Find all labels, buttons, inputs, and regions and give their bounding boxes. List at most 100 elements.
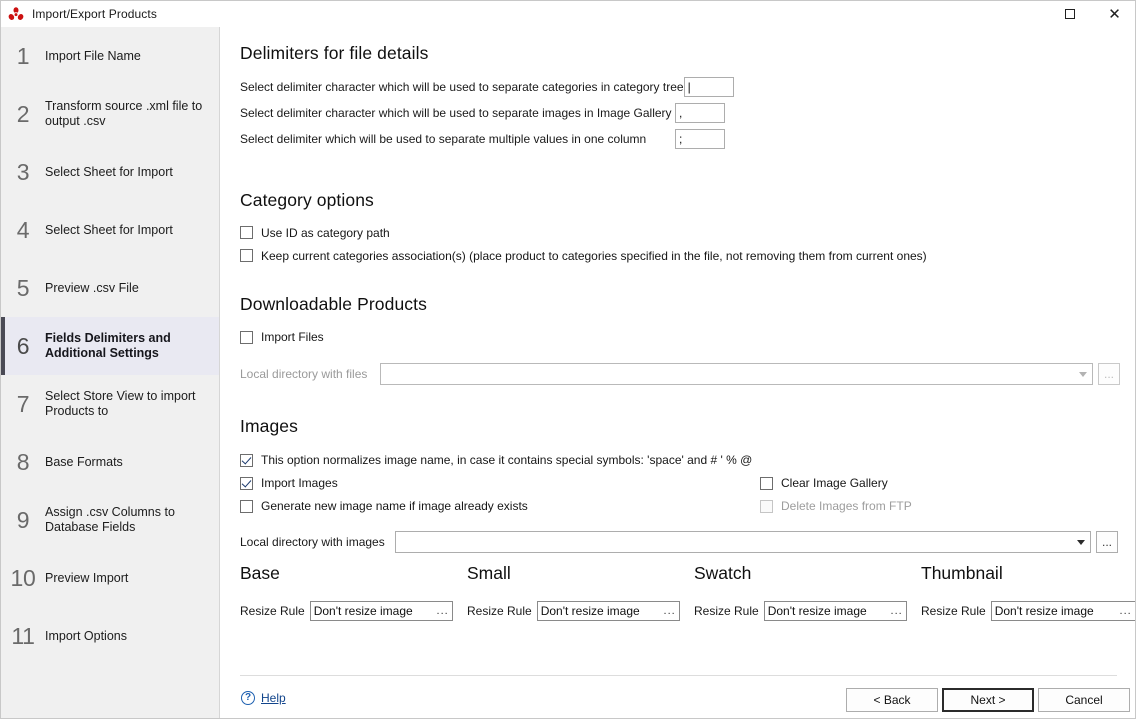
resize-rule-label: Resize Rule bbox=[694, 604, 759, 618]
sidebar-step-number: 4 bbox=[16, 216, 30, 243]
resize-rule-browse-icon[interactable]: ... bbox=[664, 605, 676, 617]
resize-rule-picker[interactable]: Don't resize image... bbox=[990, 601, 1135, 621]
next-button[interactable]: Next > bbox=[942, 688, 1034, 712]
main-content-pane: Delimiters for file details Select delim… bbox=[221, 27, 1135, 718]
delimiters-heading: Delimiters for file details bbox=[240, 43, 429, 63]
close-button[interactable]: ✕ bbox=[1092, 1, 1135, 27]
sidebar-step-6[interactable]: 6 Fields Delimiters and Additional Settin… bbox=[1, 317, 219, 375]
resize-rule-value: Don't resize image bbox=[767, 604, 867, 618]
sidebar-step-8[interactable]: 8 Base Formats bbox=[1, 433, 219, 491]
resize-rule-browse-icon[interactable]: ... bbox=[437, 605, 449, 617]
close-icon: ✕ bbox=[1108, 5, 1121, 23]
wizard-steps-sidebar[interactable]: 1 Import File Name 2 Transform source .xml … bbox=[1, 27, 220, 718]
resize-rule-value: Don't resize image bbox=[313, 604, 413, 618]
clear-image-gallery-label: Clear Image Gallery bbox=[781, 476, 888, 490]
sidebar-step-label: Preview .csv File bbox=[45, 280, 139, 295]
resize-rule-value: Don't resize image bbox=[540, 604, 640, 618]
resize-rule-value: Don't resize image bbox=[994, 604, 1094, 618]
sidebar-step-5[interactable]: 5 Preview .csv File bbox=[1, 259, 219, 317]
category-option-checkbox-1[interactable] bbox=[240, 226, 253, 239]
chevron-down-icon bbox=[1077, 539, 1085, 545]
import-images-checkbox[interactable] bbox=[240, 476, 253, 490]
images-directory-field[interactable] bbox=[395, 531, 1091, 553]
normalize-image-name-checkbox[interactable] bbox=[240, 453, 253, 467]
delimiter-input-1[interactable] bbox=[683, 76, 734, 97]
cancel-button[interactable]: Cancel bbox=[1038, 688, 1130, 712]
import-images-checkbox-row[interactable]: Import Images bbox=[240, 476, 338, 490]
footer-divider bbox=[240, 675, 1117, 676]
help-link[interactable]: ? Help bbox=[241, 691, 286, 705]
image-size-column-swatch: Swatch Resize Rule Don't resize image... bbox=[694, 563, 921, 621]
generate-new-image-name-label: Generate new image name if image already… bbox=[261, 499, 528, 513]
maximize-button[interactable] bbox=[1047, 1, 1092, 27]
resize-rule-row: Resize Rule Don't resize image... bbox=[467, 601, 694, 621]
downloadable-directory-row: Local directory with files ... bbox=[240, 363, 1120, 385]
sidebar-step-number: 6 bbox=[16, 332, 30, 359]
chevron-down-icon bbox=[1079, 371, 1087, 377]
sidebar-step-number: 5 bbox=[16, 274, 30, 301]
category-option-row-2[interactable]: Keep current categories association(s) (… bbox=[240, 244, 927, 267]
resize-rule-browse-icon[interactable]: ... bbox=[891, 605, 903, 617]
import-files-checkbox[interactable] bbox=[240, 330, 253, 344]
import-files-checkbox-row[interactable]: Import Files bbox=[240, 330, 324, 344]
clear-image-gallery-checkbox-row[interactable]: Clear Image Gallery bbox=[760, 476, 888, 490]
sidebar-step-3[interactable]: 3 Select Sheet for Import bbox=[1, 143, 219, 201]
sidebar-step-label: Base Formats bbox=[45, 454, 123, 469]
resize-rule-row: Resize Rule Don't resize image... bbox=[694, 601, 921, 621]
sidebar-step-number: 2 bbox=[16, 100, 30, 127]
category-option-row-1[interactable]: Use ID as category path bbox=[240, 221, 927, 244]
delimiter-label: Select delimiter which will be used to s… bbox=[240, 131, 647, 146]
image-size-column-small: Small Resize Rule Don't resize image... bbox=[467, 563, 694, 621]
sidebar-step-label: Import Options bbox=[45, 628, 127, 643]
window-title: Import/Export Products bbox=[32, 7, 157, 21]
sidebar-step-number: 1 bbox=[16, 42, 30, 69]
resize-rule-browse-icon[interactable]: ... bbox=[1120, 605, 1132, 617]
resize-rule-label: Resize Rule bbox=[240, 604, 305, 618]
sidebar-step-number: 8 bbox=[16, 448, 30, 475]
delete-images-from-ftp-checkbox-row: Delete Images from FTP bbox=[760, 499, 912, 513]
sidebar-step-label: Select Store View to import Products to bbox=[45, 389, 196, 418]
import-images-label: Import Images bbox=[261, 476, 338, 490]
resize-rule-label: Resize Rule bbox=[921, 604, 986, 618]
sidebar-step-4[interactable]: 4 Select Sheet for Import bbox=[1, 201, 219, 259]
delimiter-row: Select delimiter character which will be… bbox=[240, 101, 725, 124]
sidebar-step-7[interactable]: 7 Select Store View to import Products to bbox=[1, 375, 219, 433]
downloadable-directory-combo[interactable]: ... bbox=[380, 363, 1120, 385]
category-option-checkbox-2[interactable] bbox=[240, 249, 253, 262]
resize-rule-picker[interactable]: Don't resize image... bbox=[536, 601, 680, 621]
images-directory-combo[interactable]: ... bbox=[395, 531, 1118, 553]
image-size-column-thumbnail: Thumbnail Resize Rule Don't resize image..… bbox=[921, 563, 1135, 621]
sidebar-step-10[interactable]: 10 Preview Import bbox=[1, 549, 219, 607]
sidebar-step-11[interactable]: 11 Import Options bbox=[1, 607, 219, 665]
normalize-image-name-checkbox-row[interactable]: This option normalizes image name, in ca… bbox=[240, 453, 752, 467]
image-size-column-base: Base Resize Rule Don't resize image... bbox=[240, 563, 467, 621]
back-button[interactable]: < Back bbox=[846, 688, 938, 712]
image-size-column-title: Base bbox=[240, 563, 280, 583]
sidebar-step-2[interactable]: 2 Transform source .xml file to output .c… bbox=[1, 85, 219, 143]
resize-rule-picker[interactable]: Don't resize image... bbox=[763, 601, 907, 621]
sidebar-step-label: Import File Name bbox=[45, 48, 141, 63]
generate-new-image-name-checkbox-row[interactable]: Generate new image name if image already… bbox=[240, 499, 528, 513]
downloadable-products-heading: Downloadable Products bbox=[240, 294, 427, 314]
images-directory-browse-button[interactable]: ... bbox=[1096, 531, 1118, 553]
delimiter-row: Select delimiter character which will be… bbox=[240, 75, 734, 98]
sidebar-step-1[interactable]: 1 Import File Name bbox=[1, 27, 219, 85]
sidebar-step-number: 9 bbox=[16, 506, 30, 533]
generate-new-image-name-checkbox[interactable] bbox=[240, 499, 253, 513]
category-options-heading: Category options bbox=[240, 190, 374, 210]
sidebar-step-number: 10 bbox=[10, 564, 36, 591]
images-heading: Images bbox=[240, 416, 298, 436]
delimiter-label: Select delimiter character which will be… bbox=[240, 79, 684, 94]
delimiter-input-2[interactable] bbox=[675, 102, 725, 123]
sidebar-step-9[interactable]: 9 Assign .csv Columns to Database Fields bbox=[1, 491, 219, 549]
images-directory-row: Local directory with images ... bbox=[240, 531, 1120, 553]
downloadable-directory-browse-button[interactable]: ... bbox=[1098, 363, 1120, 385]
delete-images-from-ftp-label: Delete Images from FTP bbox=[781, 499, 912, 513]
sidebar-step-label: Fields Delimiters and Additional Setting… bbox=[45, 331, 171, 360]
app-logo-icon bbox=[8, 6, 24, 22]
clear-image-gallery-checkbox[interactable] bbox=[760, 476, 773, 490]
sidebar-step-number: 3 bbox=[16, 158, 30, 185]
resize-rule-picker[interactable]: Don't resize image... bbox=[309, 601, 453, 621]
delimiter-input-3[interactable] bbox=[675, 128, 725, 149]
downloadable-directory-field[interactable] bbox=[380, 363, 1093, 385]
